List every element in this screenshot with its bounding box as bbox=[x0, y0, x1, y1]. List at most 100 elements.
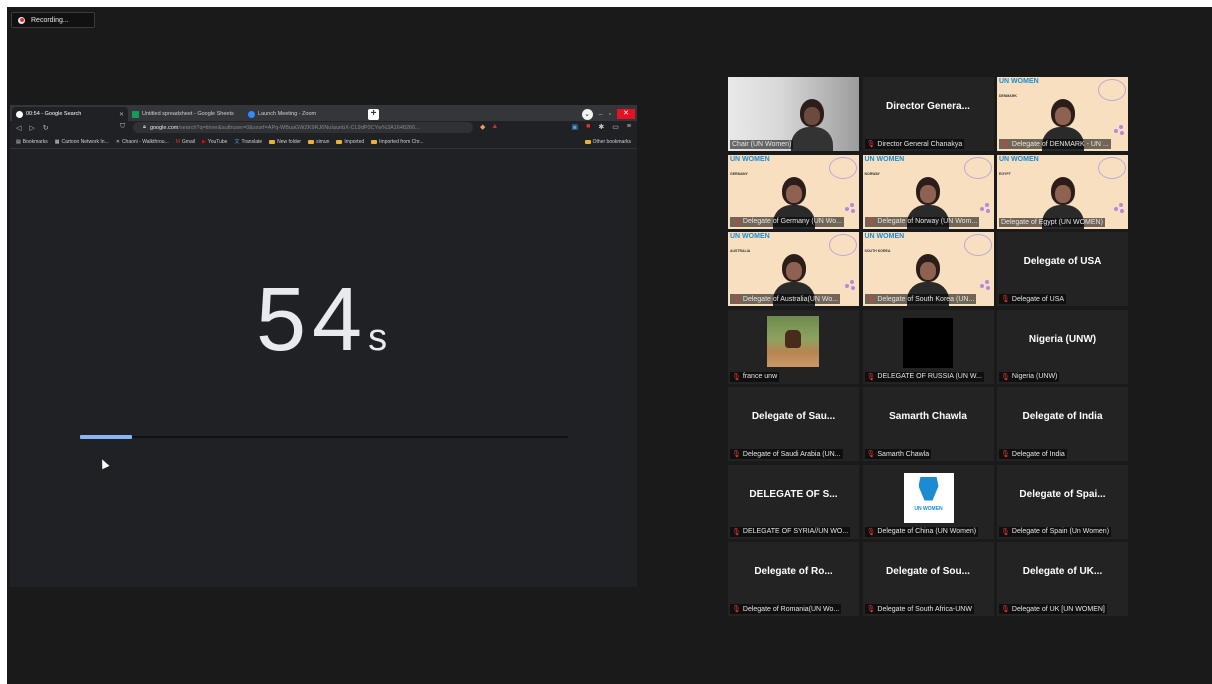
participant-tile[interactable]: UN WOMEN DENMARK 🎙︎ Delegate of DENMARK - U… bbox=[997, 77, 1128, 151]
tab-search-icon[interactable]: ⌄ bbox=[581, 108, 593, 120]
bookmark-label: Cartoon Network In... bbox=[61, 138, 109, 145]
muted-mic-icon: 🎙︎ bbox=[732, 451, 741, 458]
recording-indicator[interactable]: Recording... bbox=[11, 12, 95, 28]
new-tab-button[interactable]: + bbox=[368, 109, 379, 120]
participant-name: Delegate of DENMARK - UN ... bbox=[1011, 140, 1109, 148]
participant-tile[interactable]: Delegate of Ro... 🎙︎ Delegate of Romania(U… bbox=[728, 542, 859, 616]
participant-tile[interactable]: 🎙︎ france unw bbox=[728, 309, 859, 384]
participant-tile[interactable]: DELEGATE OF S... 🎙︎ DELEGATE OF SYRIA//UN … bbox=[728, 464, 859, 539]
folder-icon bbox=[371, 139, 378, 144]
participant-tile[interactable]: UN WOMEN 🎙︎ Delegate of China (UN Women) bbox=[862, 464, 994, 539]
gmail-extension-icon[interactable]: ■ bbox=[586, 123, 590, 131]
participant-name-label: 🎙︎ Delegate of Romania(UN Wo... bbox=[730, 604, 842, 614]
decoration-swirl bbox=[1098, 156, 1126, 179]
bookmark-item[interactable]: New folder bbox=[269, 139, 301, 145]
muted-mic-icon: 🎙︎ bbox=[1001, 606, 1010, 613]
close-icon[interactable]: ✕ bbox=[119, 111, 124, 118]
folder-icon bbox=[308, 139, 315, 144]
sidebar-icon[interactable]: ▭ bbox=[612, 123, 619, 131]
bookmark-page-icon[interactable]: ⛉ bbox=[120, 123, 125, 131]
menu-icon[interactable]: ≡ bbox=[627, 123, 631, 131]
bookmark-item[interactable]: Imported bbox=[336, 139, 364, 145]
muted-mic-icon: 🎙︎ bbox=[1001, 141, 1010, 148]
profile-picture: UN WOMEN bbox=[903, 472, 954, 523]
participant-name: Director General Chanakya bbox=[877, 140, 963, 148]
minimize-button[interactable]: – bbox=[599, 111, 603, 118]
back-icon[interactable]: ◁ bbox=[16, 124, 21, 132]
bookmark-label: YouTube bbox=[207, 138, 228, 145]
participant-tile[interactable]: Delegate of Spai... 🎙︎ Delegate of Spain (… bbox=[997, 464, 1128, 539]
participant-tile[interactable]: UN WOMEN NORWAY 🎙︎ Delegate of Norway (UN W… bbox=[862, 154, 994, 229]
muted-mic-icon: 🎙︎ bbox=[1001, 373, 1010, 381]
participant-tile[interactable]: Delegate of USA 🎙︎ Delegate of USA bbox=[997, 232, 1128, 306]
bookmarks-bar: ▤ Bookmarks ▦ Cartoon Network In... ✕ Chaon… bbox=[10, 135, 637, 149]
translate-icon: 文 bbox=[234, 139, 240, 145]
participant-name: Delegate of Germany (UN Wo... bbox=[742, 218, 842, 225]
participant-name: Delegate of South Africa-UNW bbox=[877, 605, 972, 613]
participant-tile[interactable]: Chair (UN Women) bbox=[728, 77, 859, 151]
decoration-swirl bbox=[829, 156, 857, 179]
bookmark-item[interactable]: ✕ Chaoni - Walkthrou... bbox=[116, 139, 169, 145]
participant-tile[interactable]: UN WOMEN SOUTH KOREA 🎙︎ Delegate of South K… bbox=[862, 232, 994, 306]
bookmark-item[interactable]: simun bbox=[308, 139, 329, 145]
participant-tile[interactable]: Samarth Chawla 🎙︎ Samarth Chawla bbox=[862, 387, 994, 461]
maximize-button[interactable]: ▫ bbox=[609, 111, 611, 118]
forward-icon[interactable]: ▷ bbox=[29, 124, 34, 132]
other-bookmarks[interactable]: Other bookmarks bbox=[584, 135, 631, 149]
un-women-logo: UN WOMEN bbox=[730, 233, 770, 240]
extension-icon[interactable]: ▣ bbox=[572, 123, 579, 131]
bookmark-label: simun bbox=[316, 138, 330, 145]
muted-mic-icon: 🎙︎ bbox=[866, 373, 876, 381]
brave-shield-icon[interactable]: ◆ bbox=[480, 123, 485, 131]
bookmark-item[interactable]: 文 Translate bbox=[234, 138, 262, 146]
participant-tile[interactable]: Director Genera... 🎙︎ Director General Cha… bbox=[862, 77, 994, 151]
participant-name-label: 🎙︎ Delegate of Norway (UN Wom... bbox=[864, 216, 980, 227]
participant-tile[interactable]: Delegate of Sau... 🎙︎ Delegate of Saudi Ar… bbox=[728, 387, 859, 461]
muted-mic-icon: 🎙︎ bbox=[732, 373, 741, 381]
bookmark-item[interactable]: ▤ Bookmarks bbox=[16, 139, 48, 145]
participant-tile[interactable]: UN WOMEN GERMANY 🎙︎ Delegate of Germany (UN… bbox=[728, 154, 859, 229]
muted-mic-icon: 🎙︎ bbox=[866, 218, 876, 226]
participant-name: Delegate of Norway (UN Wom... bbox=[877, 218, 978, 225]
reload-icon[interactable]: ↻ bbox=[43, 124, 49, 132]
bookmark-label: Imported bbox=[344, 138, 365, 145]
participant-tile[interactable]: Delegate of Sou... 🎙︎ Delegate of South Af… bbox=[862, 542, 994, 616]
tab-google-search[interactable]: 00:54 - Google Search ✕ bbox=[12, 107, 128, 121]
participant-name: Nigeria (UNW) bbox=[1011, 373, 1058, 380]
participant-name-label: 🎙︎ Samarth Chawla bbox=[864, 449, 932, 459]
muted-mic-icon: 🎙︎ bbox=[866, 141, 876, 148]
puzzle-icon[interactable]: ✱ bbox=[598, 123, 604, 131]
bookmark-item[interactable]: M Gmail bbox=[176, 139, 195, 145]
participant-tile[interactable]: UN WOMEN EGYPT Delegate of Egypt (UN WOMEN… bbox=[997, 154, 1128, 229]
participant-tile[interactable]: 🎙︎ DELEGATE OF RUSSIA (UN W... bbox=[862, 309, 994, 384]
bookmark-item[interactable]: ▦ Cartoon Network In... bbox=[55, 139, 109, 145]
participant-name: Delegate of Spain (Un Women) bbox=[1011, 528, 1110, 535]
bookmark-item[interactable]: Imported from Chr... bbox=[371, 139, 424, 145]
folder-icon bbox=[269, 139, 276, 144]
youtube-icon: ▶ bbox=[201, 138, 206, 145]
decoration-swirl bbox=[1098, 79, 1126, 101]
recording-icon bbox=[18, 16, 25, 24]
timer-display: 54s bbox=[256, 275, 387, 365]
tab-zoom[interactable]: Launch Meeting - Zoom bbox=[244, 107, 360, 121]
muted-mic-icon: 🎙︎ bbox=[1001, 296, 1010, 303]
participant-display-name: Delegate of Spai... bbox=[1019, 488, 1106, 500]
un-women-logo-text: UN WOMEN bbox=[914, 505, 943, 512]
participant-tile[interactable]: Nigeria (UNW) 🎙︎ Nigeria (UNW) bbox=[997, 309, 1128, 384]
bookmark-item[interactable]: ▶ YouTube bbox=[202, 139, 228, 145]
participant-tile[interactable]: Delegate of UK... 🎙︎ Delegate of UK [UN WO… bbox=[997, 542, 1128, 616]
address-bar[interactable]: 🔒︎ google.com/search?q=timer&authuser=0&… bbox=[133, 122, 473, 133]
tab-google-sheets[interactable]: Untitled spreadsheet - Google Sheets bbox=[128, 107, 244, 121]
close-window-button[interactable]: ✕ bbox=[617, 109, 635, 119]
shared-screen: 00:54 - Google Search ✕ Untitled spreads… bbox=[10, 105, 637, 587]
participant-name: DELEGATE OF SYRIA//UN WO... bbox=[742, 528, 849, 535]
bookmark-label: Other bookmarks bbox=[592, 139, 631, 145]
timer-value: 54 bbox=[256, 270, 369, 370]
participant-tile[interactable]: UN WOMEN AUSTRALIA 🎙︎ Delegate of Australia… bbox=[728, 232, 859, 306]
participant-tile[interactable]: Delegate of India 🎙︎ Delegate of India bbox=[997, 387, 1128, 461]
extensions-area: ◆ ▲ bbox=[480, 123, 498, 131]
bookmark-label: Chaoni - Walkthrou... bbox=[121, 138, 169, 145]
participant-display-name: Director Genera... bbox=[886, 101, 970, 112]
brave-rewards-icon[interactable]: ▲ bbox=[491, 123, 498, 131]
country-label: SOUTH KOREA bbox=[864, 249, 891, 253]
